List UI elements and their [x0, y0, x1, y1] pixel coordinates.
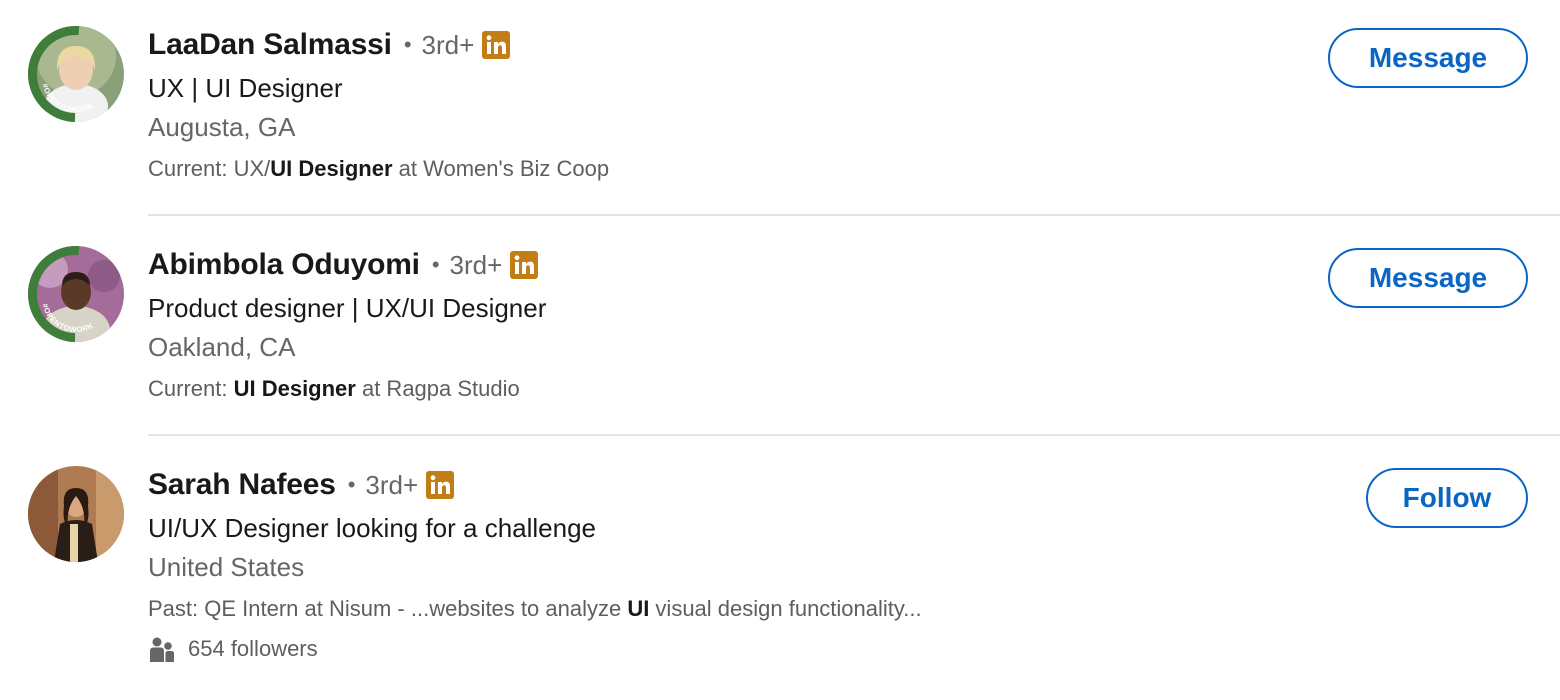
- divider: [148, 214, 1560, 216]
- separator-dot: •: [431, 252, 440, 277]
- result-info: LaaDan Salmassi • 3rd+ UX | UI Designer …: [148, 24, 1298, 189]
- snippet-suffix: at Ragpa Studio: [355, 376, 520, 401]
- summary-snippet: Current: UX/UI Designer at Women's Biz C…: [148, 149, 1298, 189]
- divider: [148, 434, 1560, 436]
- search-results-list: #OPENTOWORK LaaDan Salmassi • 3rd+ UX | …: [0, 0, 1560, 700]
- member-name-link[interactable]: LaaDan Salmassi: [148, 28, 392, 62]
- avatar[interactable]: #OPENTOWORK: [28, 246, 124, 342]
- member-name-link[interactable]: Sarah Nafees: [148, 468, 336, 502]
- location: United States: [148, 552, 305, 582]
- followers-label: 654 followers: [188, 636, 318, 661]
- result-card: #OPENTOWORK Abimbola Oduyomi • 3rd+ Prod…: [0, 220, 1560, 440]
- name-line: LaaDan Salmassi • 3rd+: [148, 24, 1298, 66]
- message-button[interactable]: Message: [1328, 28, 1528, 88]
- result-card: Sarah Nafees • 3rd+ UI/UX Designer looki…: [0, 440, 1560, 662]
- linkedin-icon: [482, 31, 511, 59]
- location: Oakland, CA: [148, 332, 296, 362]
- result-card: #OPENTOWORK LaaDan Salmassi • 3rd+ UX | …: [0, 0, 1560, 220]
- headline: UI/UX Designer looking for a challenge: [148, 513, 597, 543]
- separator-dot: •: [403, 32, 412, 57]
- avatar[interactable]: [28, 466, 124, 562]
- snippet-suffix: visual design functionality...: [649, 596, 922, 621]
- follow-button[interactable]: Follow: [1366, 468, 1528, 528]
- avatar[interactable]: #OPENTOWORK: [28, 26, 124, 122]
- result-info: Abimbola Oduyomi • 3rd+ Product designer…: [148, 244, 1298, 409]
- name-line: Sarah Nafees • 3rd+: [148, 464, 1298, 506]
- linkedin-icon: [510, 251, 539, 279]
- connection-degree: 3rd+: [421, 29, 475, 60]
- result-info: Sarah Nafees • 3rd+ UI/UX Designer looki…: [148, 464, 1298, 669]
- snippet-suffix: at Women's Biz Coop: [392, 156, 610, 181]
- separator-dot: •: [347, 472, 356, 497]
- snippet-highlight: UI: [627, 596, 650, 621]
- snippet-prefix: Past: QE Intern at Nisum - ...websites t…: [148, 596, 628, 621]
- message-button[interactable]: Message: [1328, 248, 1528, 308]
- snippet-prefix: Current: UX/: [148, 156, 271, 181]
- linkedin-icon: [426, 471, 455, 499]
- snippet-prefix: Current:: [148, 376, 234, 401]
- snippet-highlight: UI Designer: [270, 156, 393, 181]
- summary-snippet: Current: UI Designer at Ragpa Studio: [148, 369, 1298, 409]
- headline: UX | UI Designer: [148, 73, 343, 103]
- name-line: Abimbola Oduyomi • 3rd+: [148, 244, 1298, 286]
- followers-count: 654 followers: [148, 629, 1298, 669]
- people-icon: [148, 635, 176, 663]
- member-name-link[interactable]: Abimbola Oduyomi: [148, 248, 420, 282]
- headline: Product designer | UX/UI Designer: [148, 293, 547, 323]
- location: Augusta, GA: [148, 112, 296, 142]
- summary-snippet: Past: QE Intern at Nisum - ...websites t…: [148, 589, 1298, 629]
- connection-degree: 3rd+: [365, 469, 419, 500]
- snippet-highlight: UI Designer: [233, 376, 356, 401]
- connection-degree: 3rd+: [449, 249, 503, 280]
